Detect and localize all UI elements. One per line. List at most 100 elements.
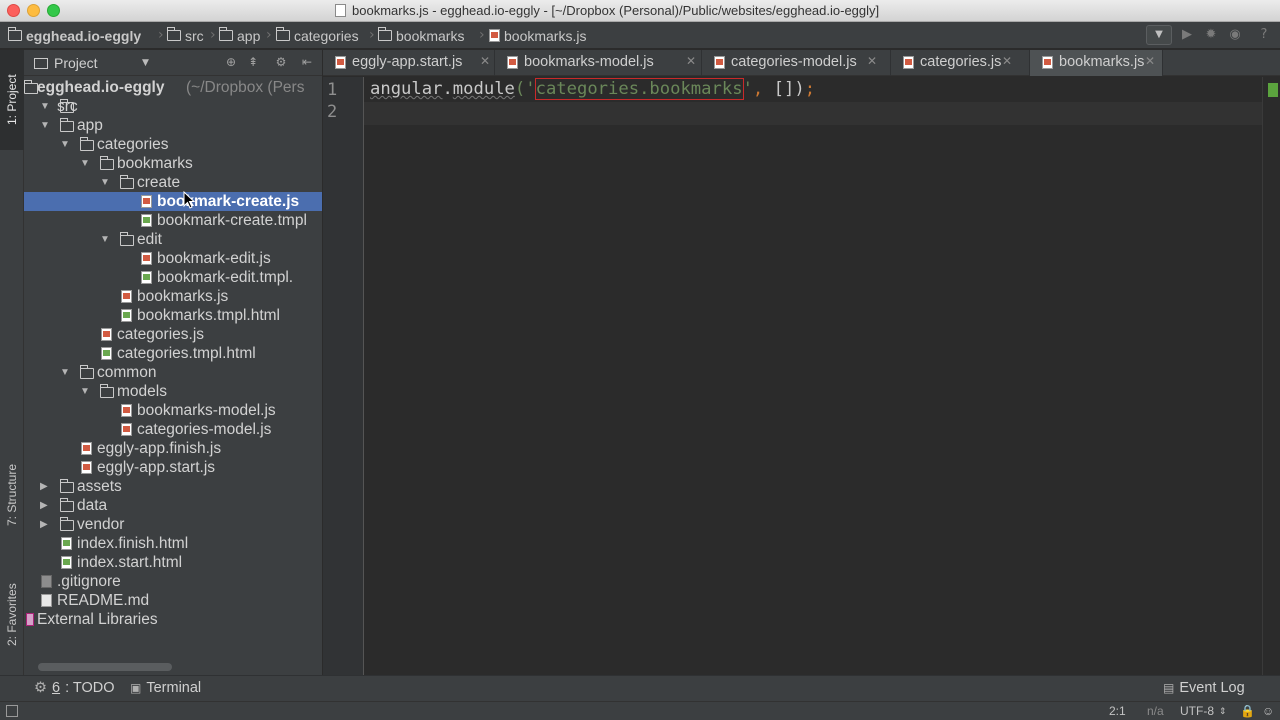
caret-position[interactable]: 2:1 bbox=[1109, 704, 1126, 718]
tree-item[interactable]: index.start.html bbox=[24, 553, 322, 572]
expanded-arrow-icon[interactable]: ▼ bbox=[100, 230, 112, 249]
tab-bookmarks[interactable]: bookmarks.js ✕ bbox=[1030, 50, 1163, 76]
tree-item[interactable]: eggly-app.start.js bbox=[24, 458, 322, 477]
tree-item[interactable]: categories.js bbox=[24, 325, 322, 344]
event-log-button[interactable]: ▤ Event Log bbox=[1163, 680, 1245, 696]
tree-item[interactable]: .gitignore bbox=[24, 572, 322, 591]
window-zoom-button[interactable] bbox=[47, 4, 60, 17]
line-separator[interactable]: n/a bbox=[1147, 704, 1164, 718]
file-encoding[interactable]: UTF-8 bbox=[1180, 704, 1214, 718]
expanded-arrow-icon[interactable]: ▼ bbox=[80, 154, 92, 173]
window-minimize-button[interactable] bbox=[27, 4, 40, 17]
tab-categories-model[interactable]: categories-model.js ✕ bbox=[702, 50, 891, 76]
chevron-down-icon[interactable]: ▼ bbox=[142, 58, 149, 68]
tree-item[interactable]: ▼ app bbox=[24, 116, 322, 135]
expanded-arrow-icon[interactable]: ▼ bbox=[40, 116, 52, 135]
tree-item[interactable]: README.md bbox=[24, 591, 322, 610]
tree-item[interactable]: bookmark-create.tmpl bbox=[24, 211, 322, 230]
tree-item[interactable]: ▼ models bbox=[24, 382, 322, 401]
tree-item[interactable]: categories-model.js bbox=[24, 420, 322, 439]
status-bar: 2:1 n/a UTF-8 ⇕ 🔒 ☺ bbox=[0, 701, 1280, 720]
tree-item[interactable]: index.finish.html bbox=[24, 534, 322, 553]
lock-icon[interactable]: 🔒 bbox=[1240, 704, 1255, 718]
expanded-arrow-icon[interactable]: ▼ bbox=[40, 97, 52, 116]
hide-panel-icon[interactable]: ⇤ bbox=[300, 55, 314, 69]
folder-icon bbox=[24, 80, 38, 94]
navigation-bar: egghead.io-eggly › src › app › categorie… bbox=[0, 22, 1280, 49]
library-icon bbox=[26, 613, 34, 626]
locate-icon[interactable]: ⊕ bbox=[224, 55, 238, 69]
close-icon[interactable]: ✕ bbox=[686, 54, 696, 68]
close-icon[interactable]: ✕ bbox=[1002, 54, 1012, 68]
expanded-arrow-icon[interactable]: ▼ bbox=[80, 382, 92, 401]
folder-icon bbox=[99, 384, 114, 398]
html-file-icon bbox=[61, 537, 72, 550]
tree-item[interactable]: ▼ bookmarks bbox=[24, 154, 322, 173]
tree-item-selected[interactable]: bookmark-create.js bbox=[24, 192, 322, 211]
folder-icon bbox=[79, 137, 94, 151]
tab-eggly-app-start[interactable]: eggly-app.start.js ✕ bbox=[323, 50, 495, 76]
tree-item[interactable]: categories.tmpl.html bbox=[24, 344, 322, 363]
coverage-icon[interactable]: ◉ bbox=[1227, 27, 1243, 43]
tab-categories[interactable]: categories.js ✕ bbox=[891, 50, 1030, 76]
tree-item[interactable]: ▶ assets bbox=[24, 477, 322, 496]
run-config-dropdown[interactable]: ▼ bbox=[1146, 25, 1172, 45]
breadcrumb-separator: › bbox=[210, 27, 216, 43]
toggle-tool-windows-icon[interactable] bbox=[6, 705, 18, 717]
tree-item[interactable]: ▶ vendor bbox=[24, 515, 322, 534]
tree-horizontal-scrollbar[interactable] bbox=[38, 663, 172, 671]
window-close-button[interactable] bbox=[7, 4, 20, 17]
close-icon[interactable]: ✕ bbox=[480, 54, 490, 68]
todo-tool-button[interactable]: ⚙ 6: TODO bbox=[34, 680, 115, 696]
inspector-icon[interactable]: ☺ bbox=[1262, 704, 1274, 718]
collapsed-arrow-icon[interactable]: ▶ bbox=[40, 477, 52, 496]
tree-item[interactable]: ▼ src bbox=[24, 97, 322, 116]
tab-bookmarks-model[interactable]: bookmarks-model.js ✕ bbox=[495, 50, 702, 76]
breadcrumb-file[interactable]: bookmarks.js bbox=[489, 27, 586, 44]
tree-item[interactable]: ▼ categories bbox=[24, 135, 322, 154]
tree-item[interactable]: External Libraries bbox=[24, 610, 322, 629]
run-icon[interactable]: ▶ bbox=[1179, 27, 1195, 43]
expanded-arrow-icon[interactable]: ▼ bbox=[60, 363, 72, 382]
breadcrumb-categories[interactable]: categories bbox=[275, 27, 359, 44]
collapsed-arrow-icon[interactable]: ▶ bbox=[40, 515, 52, 534]
code-editor[interactable]: angular.module('categories.bookmarks', [… bbox=[364, 77, 1262, 675]
tree-item[interactable]: eggly-app.finish.js bbox=[24, 439, 322, 458]
breadcrumb-app[interactable]: app bbox=[218, 27, 260, 44]
tool-tab-favorites[interactable]: 2: Favorites bbox=[0, 560, 24, 670]
folder-icon bbox=[377, 27, 392, 41]
tree-item[interactable]: ▼ common bbox=[24, 363, 322, 382]
tool-tab-structure[interactable]: 7: Structure bbox=[0, 440, 24, 550]
breadcrumb-src[interactable]: src bbox=[166, 27, 204, 44]
inspection-ok-icon[interactable] bbox=[1268, 83, 1278, 97]
expanded-arrow-icon[interactable]: ▼ bbox=[100, 173, 112, 192]
project-icon bbox=[34, 58, 48, 69]
tree-item[interactable]: bookmarks-model.js bbox=[24, 401, 322, 420]
tree-item[interactable]: ▼ create bbox=[24, 173, 322, 192]
module-name-string: categories.bookmarks bbox=[534, 78, 744, 100]
close-icon[interactable]: ✕ bbox=[867, 54, 877, 68]
gear-icon[interactable]: ⚙ bbox=[274, 55, 288, 69]
mouse-cursor-icon bbox=[183, 191, 195, 209]
breadcrumb-bookmarks[interactable]: bookmarks bbox=[377, 27, 464, 44]
tree-item[interactable]: bookmarks.tmpl.html bbox=[24, 306, 322, 325]
tree-item[interactable]: bookmarks.js bbox=[24, 287, 322, 306]
encoding-chevron-icon[interactable]: ⇕ bbox=[1219, 706, 1227, 717]
tree-item[interactable]: bookmark-edit.js bbox=[24, 249, 322, 268]
help-icon[interactable]: ? bbox=[1256, 27, 1272, 43]
collapse-all-icon[interactable]: ⇞ bbox=[246, 55, 260, 69]
debug-icon[interactable]: ✹ bbox=[1203, 27, 1219, 43]
tree-item[interactable]: ▼ edit bbox=[24, 230, 322, 249]
project-view-selector[interactable]: Project bbox=[54, 55, 98, 71]
js-file-icon bbox=[335, 56, 346, 69]
tree-root[interactable]: egghead.io-eggly (~/Dropbox (Pers bbox=[24, 78, 322, 97]
breadcrumb-project[interactable]: egghead.io-eggly bbox=[7, 27, 141, 44]
collapsed-arrow-icon[interactable]: ▶ bbox=[40, 496, 52, 515]
tree-item[interactable]: ▶ data bbox=[24, 496, 322, 515]
js-file-icon bbox=[121, 290, 132, 303]
expanded-arrow-icon[interactable]: ▼ bbox=[60, 135, 72, 154]
tree-item[interactable]: bookmark-edit.tmpl. bbox=[24, 268, 322, 287]
terminal-tool-button[interactable]: ▣ Terminal bbox=[130, 680, 201, 696]
tool-tab-project[interactable]: 1: Project bbox=[0, 50, 24, 150]
close-icon[interactable]: ✕ bbox=[1145, 54, 1155, 68]
